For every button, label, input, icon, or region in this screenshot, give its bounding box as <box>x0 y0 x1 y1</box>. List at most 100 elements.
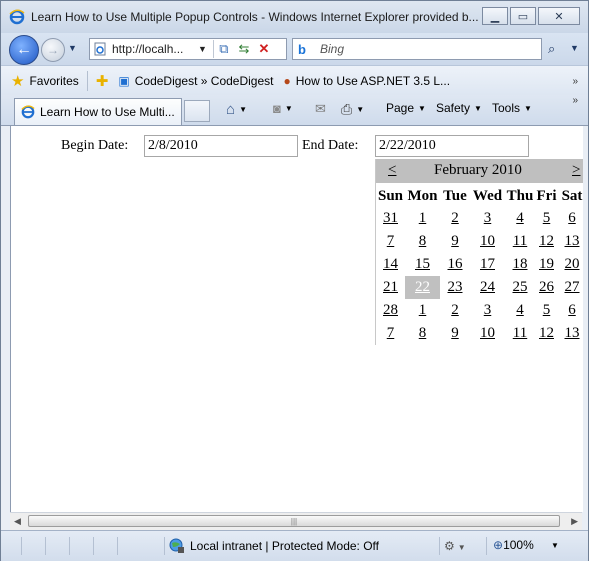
print-button[interactable]: ⎙ ▼ <box>341 101 364 118</box>
calendar-day[interactable]: 11 <box>505 322 535 345</box>
zoom-dropdown-icon[interactable]: ▼ <box>551 541 559 550</box>
calendar-day[interactable]: 12 <box>535 322 558 345</box>
calendar-day[interactable]: 5 <box>535 207 558 230</box>
calendar-day[interactable]: 11 <box>505 230 535 253</box>
status-divider <box>21 537 22 555</box>
calendar-day[interactable]: 7 <box>376 322 405 345</box>
calendar-day[interactable]: 12 <box>535 230 558 253</box>
home-button[interactable]: ⌂ ▼ <box>226 101 247 118</box>
calendar-day[interactable]: 18 <box>505 253 535 276</box>
calendar-day[interactable]: 2 <box>440 207 470 230</box>
read-mail-button[interactable]: ✉ <box>315 101 326 117</box>
calendar-day[interactable]: 5 <box>535 299 558 322</box>
forward-button[interactable]: → <box>41 38 65 62</box>
security-zone-text: Local intranet | Protected Mode: Off <box>190 539 379 553</box>
calendar-day[interactable]: 4 <box>505 299 535 322</box>
calendar-day[interactable]: 10 <box>470 322 505 345</box>
calendar-day[interactable]: 28 <box>376 299 405 322</box>
chevron-down-icon: ▼ <box>474 103 482 113</box>
tools-menu[interactable]: Tools ▼ <box>492 101 532 115</box>
calendar-day[interactable]: 1 <box>405 207 440 230</box>
calendar-day[interactable]: 13 <box>558 322 583 345</box>
calendar-day[interactable]: 24 <box>470 276 505 299</box>
phishing-filter-icon[interactable]: ⚙ ▼ <box>444 539 466 553</box>
favorite-link-codedigest[interactable]: ▣ CodeDigest » CodeDigest <box>118 74 273 88</box>
calendar-day[interactable]: 15 <box>405 253 440 276</box>
address-dropdown-icon[interactable]: ▼ <box>198 44 207 54</box>
calendar-day[interactable]: 26 <box>535 276 558 299</box>
more-favorites-chevron-icon[interactable]: » <box>572 76 578 87</box>
calendar-day[interactable]: 4 <box>505 207 535 230</box>
mail-icon: ✉ <box>315 101 326 116</box>
more-commands-chevron-icon[interactable]: » <box>572 95 578 106</box>
calendar-day[interactable]: 1 <box>405 299 440 322</box>
calendar-day[interactable]: 25 <box>505 276 535 299</box>
previous-month-link[interactable]: < <box>388 162 396 179</box>
security-zone[interactable]: Local intranet | Protected Mode: Off <box>169 538 379 554</box>
new-tab-button[interactable] <box>184 100 210 122</box>
search-box[interactable]: b Bing <box>292 38 542 60</box>
calendar-day[interactable]: 9 <box>440 322 470 345</box>
scroll-left-icon[interactable]: ◀ <box>14 516 21 527</box>
url-text[interactable]: http://localh... <box>112 42 194 56</box>
recent-pages-dropdown[interactable]: ▼ <box>68 43 77 53</box>
address-bar[interactable]: http://localh... ▼ ⧉ ⇆ ✕ <box>89 38 287 60</box>
day-header: Mon <box>407 187 438 204</box>
calendar-day[interactable]: 6 <box>558 207 583 230</box>
search-input[interactable]: Bing <box>320 42 344 56</box>
calendar-day[interactable]: 7 <box>376 230 405 253</box>
maximize-button[interactable]: ▭ <box>510 7 536 25</box>
calendar-day[interactable]: 31 <box>376 207 405 230</box>
calendar-day-selected[interactable]: 22 <box>405 276 440 299</box>
calendar-day[interactable]: 20 <box>558 253 583 276</box>
scroll-right-icon[interactable]: ▶ <box>571 516 578 527</box>
page-menu[interactable]: Page ▼ <box>386 101 426 115</box>
calendar-day[interactable]: 16 <box>440 253 470 276</box>
calendar-week-row: 14 15 16 17 18 19 20 <box>376 253 583 276</box>
tab-active[interactable]: Learn How to Use Multi... <box>14 98 182 125</box>
safety-menu[interactable]: Safety ▼ <box>436 101 482 115</box>
calendar-day[interactable]: 3 <box>470 299 505 322</box>
calendar-day[interactable]: 10 <box>470 230 505 253</box>
calendar-week-row: 7 8 9 10 11 12 13 <box>376 230 583 253</box>
calendar-day[interactable]: 19 <box>535 253 558 276</box>
calendar-day[interactable]: 13 <box>558 230 583 253</box>
calendar-day[interactable]: 21 <box>376 276 405 299</box>
favorite-link-aspnet[interactable]: ● How to Use ASP.NET 3.5 L... <box>283 74 450 88</box>
day-header: Fri <box>536 187 557 204</box>
favorites-button[interactable]: ★ Favorites <box>11 71 88 91</box>
horizontal-scrollbar[interactable]: ◀ ||| ▶ <box>10 512 582 530</box>
calendar-day[interactable]: 17 <box>470 253 505 276</box>
stop-icon[interactable]: ✕ <box>254 40 274 58</box>
safety-menu-label: Safety <box>436 101 471 115</box>
forward-arrow-icon: → <box>47 43 59 57</box>
back-button[interactable]: ← <box>9 35 39 65</box>
status-divider <box>93 537 94 555</box>
status-divider <box>439 537 440 555</box>
add-to-favorites-bar-icon[interactable]: ✚ <box>96 72 109 90</box>
end-date-input[interactable] <box>375 135 529 157</box>
scrollbar-thumb[interactable]: ||| <box>28 515 560 527</box>
zoom-level[interactable]: ⊕100% <box>493 538 534 552</box>
begin-date-input[interactable] <box>144 135 298 157</box>
calendar-day[interactable]: 6 <box>558 299 583 322</box>
refresh-icon[interactable]: ⇆ <box>234 40 254 58</box>
calendar-month-title: February 2010 <box>434 162 522 178</box>
calendar-day[interactable]: 23 <box>440 276 470 299</box>
calendar-day[interactable]: 2 <box>440 299 470 322</box>
minimize-button[interactable]: ▁ <box>482 7 508 25</box>
next-month-link[interactable]: > <box>572 162 580 179</box>
calendar-day[interactable]: 8 <box>405 230 440 253</box>
calendar-day[interactable]: 8 <box>405 322 440 345</box>
minimize-icon: ▁ <box>490 10 500 23</box>
compatibility-view-icon[interactable]: ⧉ <box>214 40 234 58</box>
feeds-button[interactable]: ◙ ▼ <box>273 101 293 116</box>
close-window-button[interactable]: ✕ <box>538 7 580 25</box>
calendar-day[interactable]: 3 <box>470 207 505 230</box>
search-options-dropdown-icon[interactable]: ▼ <box>570 43 579 53</box>
calendar-day[interactable]: 27 <box>558 276 583 299</box>
calendar-day[interactable]: 14 <box>376 253 405 276</box>
calendar-day[interactable]: 9 <box>440 230 470 253</box>
search-icon[interactable]: ⌕ <box>548 41 555 57</box>
navigation-bar: ← → ▼ http://localh... ▼ ⧉ ⇆ ✕ b Bing ⌕ … <box>1 33 588 65</box>
